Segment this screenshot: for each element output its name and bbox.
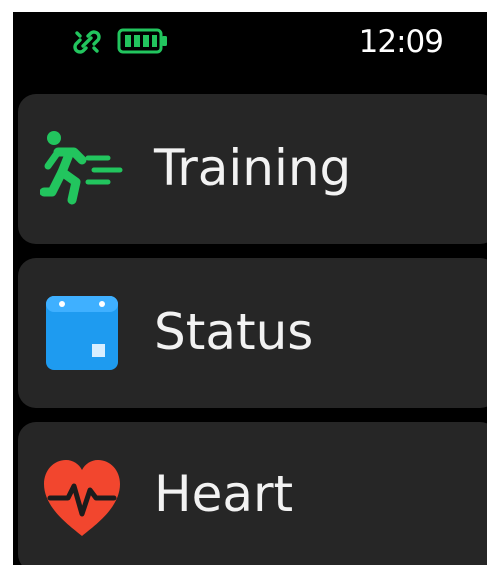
calendar-icon: [46, 296, 118, 370]
clock-time: 12:09: [358, 24, 444, 60]
menu-item-heart[interactable]: Heart: [18, 422, 487, 565]
menu-item-label: Training: [154, 139, 352, 197]
menu-item-status[interactable]: Status: [18, 258, 487, 408]
heart-pulse-icon: [44, 460, 120, 536]
menu-item-label: Heart: [154, 465, 294, 523]
status-bar: 12:09: [13, 12, 487, 82]
menu-item-label: Status: [154, 303, 314, 361]
broken-link-icon: [73, 30, 101, 54]
battery-full-icon: [117, 28, 167, 54]
menu-item-training[interactable]: Training: [18, 94, 487, 244]
watch-screen: 12:09 Training Status Heart: [13, 12, 487, 565]
running-person-icon: [40, 131, 123, 205]
